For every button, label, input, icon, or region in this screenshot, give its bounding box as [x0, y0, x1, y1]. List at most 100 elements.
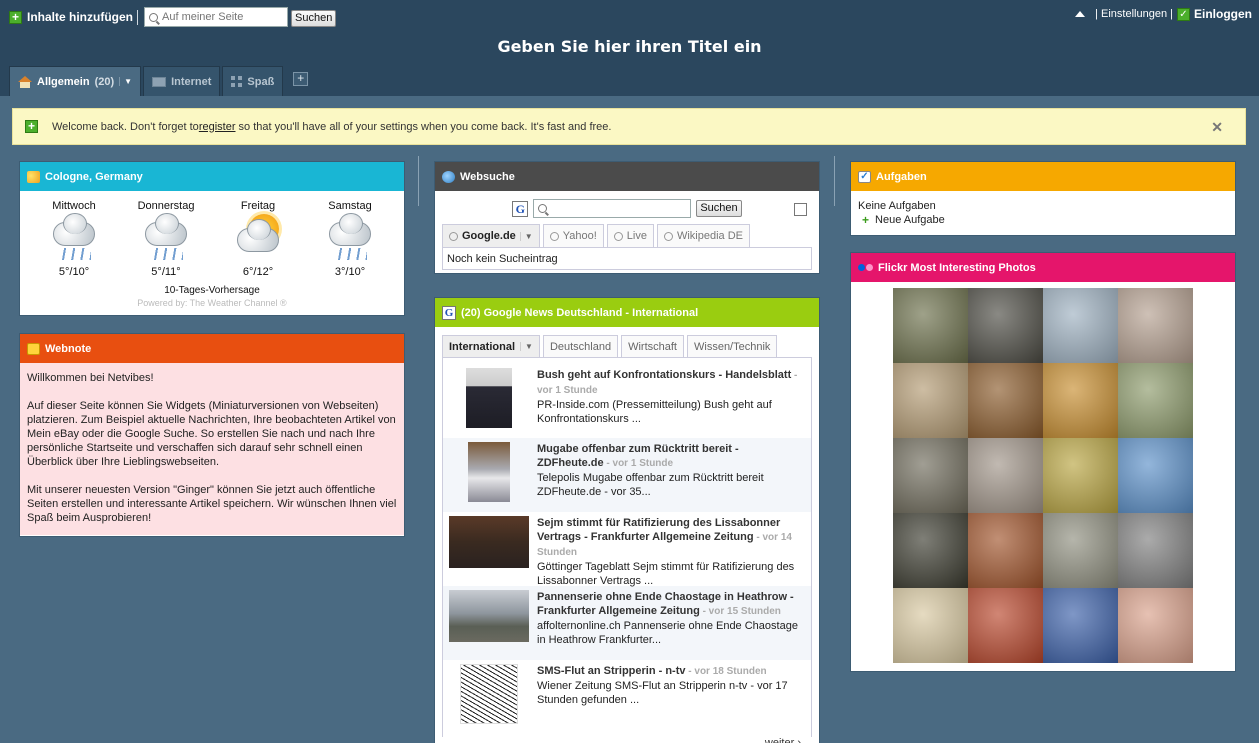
- websuche-checkbox[interactable]: [794, 203, 807, 216]
- tab-yahoo[interactable]: Yahoo!: [542, 224, 604, 247]
- collapse-arrow-icon[interactable]: [1075, 11, 1086, 17]
- forecast-link[interactable]: 10-Tages-Vorhersage: [20, 285, 404, 296]
- more-news-link[interactable]: weiter ›: [765, 737, 801, 743]
- chevron-down-icon[interactable]: ▼: [119, 77, 132, 86]
- new-task-label: Neue Aufgabe: [875, 214, 945, 226]
- news-age: - vor 1 Stunde: [603, 458, 674, 469]
- flickr-photo-grid: [851, 282, 1235, 663]
- news-headline[interactable]: SMS-Flut an Stripperin - n-tv: [537, 665, 686, 677]
- tab-deutschland[interactable]: Deutschland: [542, 335, 619, 357]
- webnote-paragraph: Willkommen bei Netvibes!: [27, 372, 154, 384]
- news-item[interactable]: Bush geht auf Konfrontationskurs - Hande…: [443, 364, 811, 438]
- page-search-input[interactable]: [162, 11, 280, 23]
- day-temp: 6°/12°: [242, 266, 274, 278]
- news-thumbnail[interactable]: [445, 516, 533, 583]
- flickr-photo[interactable]: [968, 588, 1043, 663]
- checkbox-icon: ✓: [858, 170, 871, 183]
- news-thumbnail[interactable]: [445, 442, 533, 509]
- flickr-photo[interactable]: [893, 438, 968, 513]
- rain-icon: [49, 213, 99, 262]
- flickr-photo[interactable]: [1118, 513, 1193, 588]
- flickr-photo[interactable]: [1118, 438, 1193, 513]
- flickr-photo[interactable]: [1043, 363, 1118, 438]
- flickr-photo[interactable]: [968, 513, 1043, 588]
- webnote-text-area[interactable]: Willkommen bei Netvibes! Auf dieser Seit…: [20, 363, 404, 535]
- flickr-photo[interactable]: [893, 588, 968, 663]
- welcome-text-after: so that you'll have all of your settings…: [235, 120, 612, 133]
- chevron-down-icon[interactable]: ▼: [520, 342, 533, 351]
- flickr-photo[interactable]: [968, 363, 1043, 438]
- flickr-photo[interactable]: [1043, 288, 1118, 363]
- aufgaben-header[interactable]: ✓ Aufgaben: [851, 162, 1235, 191]
- tab-wikipedia[interactable]: Wikipedia DE: [656, 224, 750, 247]
- engine-tabs: Google.de ▼ Yahoo! Live Wikipedia DE: [442, 224, 812, 247]
- day-name: Samstag: [328, 200, 372, 212]
- tab-spass[interactable]: Spaß: [222, 66, 284, 96]
- chevron-down-icon[interactable]: ▼: [519, 231, 533, 241]
- flickr-photo[interactable]: [1118, 588, 1193, 663]
- flickr-photo[interactable]: [1043, 513, 1118, 588]
- tab-allgemein[interactable]: Allgemein (20) ▼: [9, 66, 142, 96]
- settings-link[interactable]: | Einstellungen |: [1095, 8, 1173, 20]
- register-link[interactable]: register: [199, 121, 236, 133]
- news-item[interactable]: SMS-Flut an Stripperin - n-tv - vor 18 S…: [443, 660, 811, 734]
- page-title[interactable]: Geben Sie hier ihren Titel ein: [0, 37, 1259, 56]
- tab-international[interactable]: International ▼: [442, 335, 540, 357]
- news-item[interactable]: Pannenserie ohne Ende Chaostage in Heath…: [443, 586, 811, 660]
- news-thumbnail[interactable]: [445, 590, 533, 657]
- websuche-search-button[interactable]: Suchen: [696, 200, 742, 217]
- webnote-header[interactable]: Webnote: [20, 334, 404, 363]
- welcome-banner: + Welcome back. Don't forget to register…: [12, 108, 1246, 145]
- weather-header[interactable]: Cologne, Germany: [20, 162, 404, 191]
- flickr-photo[interactable]: [968, 438, 1043, 513]
- news-widget: G (20) Google News Deutschland - Interna…: [434, 297, 820, 743]
- checkmark-icon: ✓: [1177, 7, 1190, 21]
- note-icon: [27, 342, 40, 355]
- login-link[interactable]: Einloggen: [1194, 7, 1252, 21]
- column-divider[interactable]: [418, 156, 419, 206]
- flickr-photo[interactable]: [893, 363, 968, 438]
- tab-wirtschaft[interactable]: Wirtschaft: [621, 335, 684, 357]
- weather-icon: [27, 170, 40, 183]
- websuche-result: Noch kein Sucheintrag: [442, 247, 812, 270]
- sun-cloud-icon: [233, 214, 283, 262]
- flickr-header[interactable]: Flickr Most Interesting Photos: [851, 253, 1235, 282]
- flickr-photo[interactable]: [1118, 363, 1193, 438]
- tab-internet[interactable]: Internet: [143, 66, 221, 96]
- flickr-photo[interactable]: [893, 288, 968, 363]
- flickr-photo[interactable]: [1043, 438, 1118, 513]
- weather-days: Mittwoch 5°/10° Donnerstag 5°/11° Freita…: [20, 191, 404, 278]
- column-divider[interactable]: [834, 156, 835, 206]
- tab-live[interactable]: Live: [606, 224, 654, 247]
- tab-allgemein-label: Allgemein: [37, 75, 90, 88]
- weather-day: Mittwoch 5°/10°: [34, 200, 114, 278]
- tab-label: Wissen/Technik: [694, 340, 771, 353]
- news-thumbnail[interactable]: [445, 368, 533, 435]
- flickr-photo[interactable]: [893, 513, 968, 588]
- tab-label: Google.de: [462, 230, 516, 242]
- news-item[interactable]: Mugabe offenbar zum Rücktritt bereit - Z…: [443, 438, 811, 512]
- close-icon[interactable]: ✕: [1211, 119, 1223, 136]
- flickr-photo[interactable]: [968, 288, 1043, 363]
- news-item[interactable]: Sejm stimmt für Ratifizierung des Lissab…: [443, 512, 811, 587]
- add-content-button[interactable]: + Inhalte hinzufügen: [9, 10, 133, 24]
- tab-wissen-technik[interactable]: Wissen/Technik: [687, 335, 778, 357]
- tab-label: Yahoo!: [562, 230, 597, 242]
- tab-google[interactable]: Google.de ▼: [442, 224, 540, 247]
- add-tab-button[interactable]: +: [293, 72, 309, 86]
- news-header[interactable]: G (20) Google News Deutschland - Interna…: [435, 298, 819, 327]
- plus-icon: +: [862, 213, 870, 227]
- news-headline[interactable]: Sejm stimmt für Ratifizierung des Lissab…: [537, 517, 780, 543]
- new-task-link[interactable]: + Neue Aufgabe: [858, 213, 1228, 227]
- websuche-header[interactable]: Websuche: [435, 162, 819, 191]
- flickr-photo[interactable]: [1118, 288, 1193, 363]
- page-search-box[interactable]: [144, 7, 288, 27]
- powered-by[interactable]: Powered by: The Weather Channel ®: [20, 298, 404, 308]
- websuche-input[interactable]: [533, 199, 692, 218]
- news-thumbnail[interactable]: [445, 664, 533, 731]
- weather-title: Cologne, Germany: [45, 170, 143, 183]
- flickr-photo[interactable]: [1043, 588, 1118, 663]
- news-headline[interactable]: Bush geht auf Konfrontationskurs - Hande…: [537, 369, 791, 381]
- tab-label: Wikipedia DE: [676, 230, 743, 242]
- page-search-button[interactable]: Suchen: [291, 10, 337, 27]
